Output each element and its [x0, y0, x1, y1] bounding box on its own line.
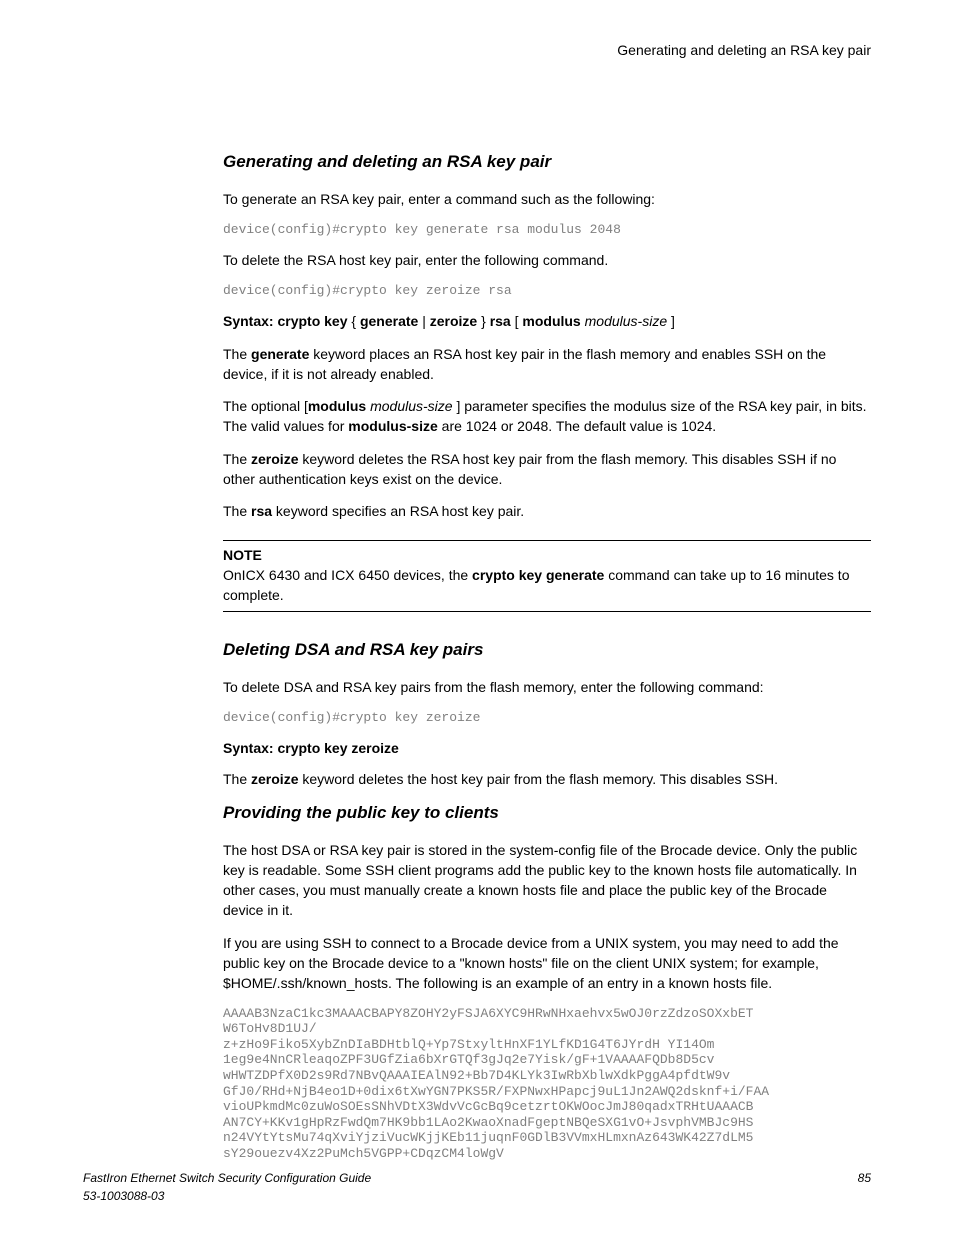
key-block: AAAAB3NzaC1kc3MAAACBAPY8ZOHY2yFSJA6XYC9H… [223, 1006, 871, 1162]
syntax-line: Syntax: crypto key zeroize [223, 738, 871, 758]
text: The optional [ [223, 398, 308, 414]
heading-providing-public-key: Providing the public key to clients [223, 801, 871, 826]
paragraph: To delete the RSA host key pair, enter t… [223, 250, 871, 270]
paragraph: To delete DSA and RSA key pairs from the… [223, 677, 871, 697]
syntax-text: { [348, 313, 360, 329]
footer-title: FastIron Ethernet Switch Security Config… [83, 1170, 371, 1187]
text: rsa [251, 503, 272, 519]
syntax-text: modulus [522, 313, 580, 329]
heading-deleting-dsa-rsa: Deleting DSA and RSA key pairs [223, 638, 871, 663]
paragraph: The zeroize keyword deletes the RSA host… [223, 449, 871, 490]
text: modulus-size [348, 418, 437, 434]
syntax-text: modulus-size [585, 313, 667, 329]
code-block: device(config)#crypto key generate rsa m… [223, 221, 871, 240]
footer-docnum: 53-1003088-03 [83, 1188, 164, 1205]
text: keyword deletes the RSA host key pair fr… [223, 451, 836, 487]
text: The [223, 771, 251, 787]
text: crypto key generate [472, 567, 604, 583]
syntax-text: rsa [490, 313, 511, 329]
syntax-text: | [418, 313, 429, 329]
text: keyword specifies an RSA host key pair. [272, 503, 524, 519]
text: generate [251, 346, 309, 362]
syntax-text: zeroize [430, 313, 477, 329]
code-block: device(config)#crypto key zeroize [223, 709, 871, 728]
running-header: Generating and deleting an RSA key pair [223, 40, 871, 60]
text: The [223, 451, 251, 467]
text: are 1024 or 2048. The default value is 1… [438, 418, 716, 434]
syntax-text: generate [360, 313, 418, 329]
paragraph: The optional [modulus modulus-size ] par… [223, 396, 871, 437]
paragraph: The rsa keyword specifies an RSA host ke… [223, 501, 871, 521]
syntax-line: Syntax: crypto key { generate | zeroize … [223, 311, 871, 331]
note-text: OnICX 6430 and ICX 6450 devices, the cry… [223, 565, 871, 606]
footer-page-number: 85 [858, 1170, 871, 1187]
syntax-text: } [477, 313, 489, 329]
note-block: NOTE OnICX 6430 and ICX 6450 devices, th… [223, 540, 871, 613]
text: zeroize [251, 771, 298, 787]
syntax-text: ] [667, 313, 675, 329]
text: OnICX 6430 and ICX 6450 devices, the [223, 567, 472, 583]
syntax-text: [ [511, 313, 523, 329]
text: The [223, 503, 251, 519]
paragraph: The generate keyword places an RSA host … [223, 344, 871, 385]
paragraph: If you are using SSH to connect to a Bro… [223, 933, 871, 994]
paragraph: The zeroize keyword deletes the host key… [223, 769, 871, 789]
text: keyword deletes the host key pair from t… [298, 771, 778, 787]
page-footer: FastIron Ethernet Switch Security Config… [83, 1170, 871, 1205]
text: keyword places an RSA host key pair in t… [223, 346, 826, 382]
text: The [223, 346, 251, 362]
code-block: device(config)#crypto key zeroize rsa [223, 282, 871, 301]
paragraph: The host DSA or RSA key pair is stored i… [223, 840, 871, 921]
paragraph: To generate an RSA key pair, enter a com… [223, 189, 871, 209]
heading-generate-delete-rsa: Generating and deleting an RSA key pair [223, 150, 871, 175]
syntax-text: Syntax: crypto key [223, 313, 348, 329]
text: modulus [308, 398, 366, 414]
text: zeroize [251, 451, 298, 467]
note-label: NOTE [223, 545, 871, 565]
text: modulus-size [370, 398, 452, 414]
